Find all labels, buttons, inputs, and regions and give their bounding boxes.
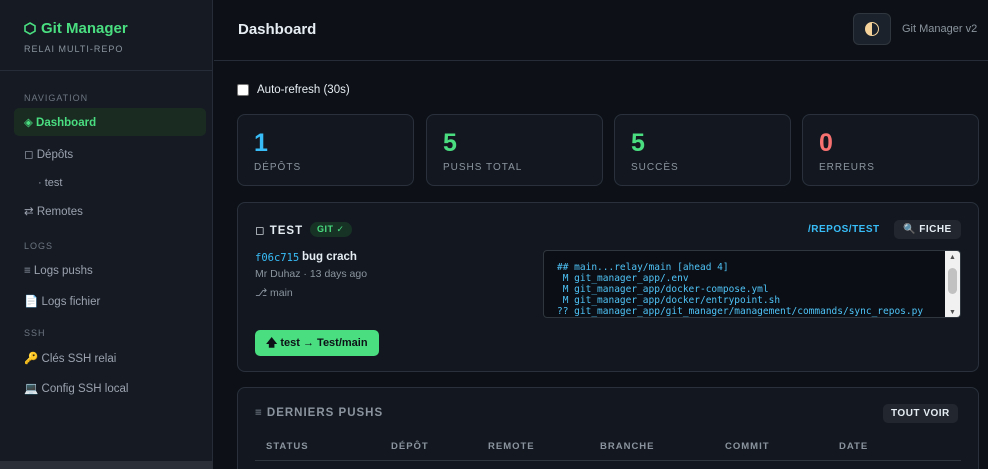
repo-path: /REPOS/TEST <box>808 224 880 235</box>
column-header-commit[interactable]: COMMIT <box>725 441 770 452</box>
sidebar-item-logs-push[interactable]: ≡ Logs pushs <box>14 257 206 285</box>
brand-title[interactable]: Git Manager <box>24 20 212 37</box>
commit-hash: f06c715 <box>255 252 300 264</box>
theme-toggle-button[interactable] <box>853 13 891 45</box>
hexagon-icon <box>24 22 36 35</box>
recent-pushes-title: ≡ DERNIERS PUSHS <box>255 407 384 419</box>
commit-meta: Mr Duhaz · 13 days ago <box>255 268 368 280</box>
sidebar-item-repo-test[interactable]: · test <box>14 169 206 197</box>
stat-label: SUCCÈS <box>631 162 679 173</box>
column-header-status[interactable]: STATUS <box>266 441 309 452</box>
terminal-scrollbar[interactable]: ▲ ▼ <box>945 251 960 317</box>
sidebar-item-depots[interactable]: ◻ Dépôts <box>14 140 206 168</box>
table-header-divider <box>255 460 961 461</box>
brand: Git Manager RELAI MULTI-REPO <box>0 0 212 71</box>
column-header-date[interactable]: DATE <box>839 441 868 452</box>
stat-card-succes: 5 SUCCÈS <box>614 114 791 186</box>
autorefresh-label: Auto-refresh (30s) <box>257 84 350 96</box>
page-title: Dashboard <box>238 21 317 38</box>
sidebar-item-ssh-keys[interactable]: 🔑 Clés SSH relai <box>14 344 206 372</box>
app-version: Git Manager v2 <box>902 23 978 35</box>
stat-card-pushs-total: 5 PUSHS TOTAL <box>426 114 603 186</box>
sidebar-item-remotes[interactable]: ⇄ Remotes <box>14 197 206 225</box>
sidebar-item-logs-file[interactable]: 📄 Logs fichier <box>14 287 206 315</box>
scroll-down-icon[interactable]: ▼ <box>949 309 956 316</box>
stat-value: 0 <box>819 129 833 157</box>
scroll-up-icon[interactable]: ▲ <box>949 254 956 261</box>
brand-subtitle: RELAI MULTI-REPO <box>24 44 124 54</box>
sidebar-scrollbar[interactable] <box>0 461 213 469</box>
fiche-button[interactable]: 🔍 FICHE <box>894 220 961 239</box>
repo-card: ◻ TEST GIT ✓ /REPOS/TEST 🔍 FICHE f06c715… <box>237 202 979 372</box>
status-line: M git_manager_app/.env <box>557 273 689 284</box>
sidebar-item-dashboard[interactable]: ◈ Dashboard <box>14 108 206 136</box>
commit-message: bug crach <box>302 251 357 263</box>
column-header-branche[interactable]: BRANCHE <box>600 441 655 452</box>
sidebar: Git Manager RELAI MULTI-REPO NAVIGATION … <box>0 0 213 469</box>
repo-name[interactable]: ◻ TEST <box>255 223 303 237</box>
status-line: M git_manager_app/docker-compose.yml <box>557 284 769 295</box>
stat-label: ERREURS <box>819 162 875 173</box>
stat-card-depots: 1 DÉPÔTS <box>237 114 414 186</box>
stat-value: 5 <box>443 129 457 157</box>
stat-label: DÉPÔTS <box>254 162 302 173</box>
autorefresh-checkbox[interactable] <box>237 84 249 96</box>
sidebar-item-ssh-config[interactable]: 💻 Config SSH local <box>14 374 206 402</box>
column-header-remote[interactable]: REMOTE <box>488 441 535 452</box>
brand-name: Git Manager <box>41 20 128 37</box>
stat-value: 5 <box>631 129 645 157</box>
status-line: M git_manager_app/docker/entrypoint.sh <box>557 295 781 306</box>
git-status-output[interactable]: ## main...relay/main [ahead 4] M git_man… <box>543 250 961 318</box>
status-line: ## main...relay/main [ahead 4] <box>557 262 729 273</box>
view-all-button[interactable]: TOUT VOIR <box>883 404 958 423</box>
nav-section-navigation: NAVIGATION <box>24 93 89 103</box>
nav-section-ssh: SSH <box>24 328 46 338</box>
status-line: ?? git_manager_app/git_manager/managemen… <box>557 306 924 317</box>
autorefresh-toggle[interactable]: Auto-refresh (30s) <box>237 84 350 96</box>
topbar: Dashboard Git Manager v2 <box>214 0 988 61</box>
stat-label: PUSHS TOTAL <box>443 162 523 173</box>
stat-card-erreurs: 0 ERREURS <box>802 114 979 186</box>
commit-branch: ⎇ main <box>255 287 293 299</box>
stat-value: 1 <box>254 129 268 157</box>
nav-section-logs: LOGS <box>24 241 54 251</box>
column-header-depot[interactable]: DÉPÔT <box>391 441 429 452</box>
scroll-thumb[interactable] <box>948 268 957 294</box>
push-button[interactable]: 🡅 test → Test/main <box>255 330 379 356</box>
recent-pushes-card: ≡ DERNIERS PUSHS TOUT VOIR STATUS DÉPÔT … <box>237 387 979 469</box>
git-status-badge: GIT ✓ <box>310 222 352 237</box>
half-moon-icon <box>865 22 879 36</box>
main-content: Dashboard Git Manager v2 Auto-refresh (3… <box>214 0 988 469</box>
